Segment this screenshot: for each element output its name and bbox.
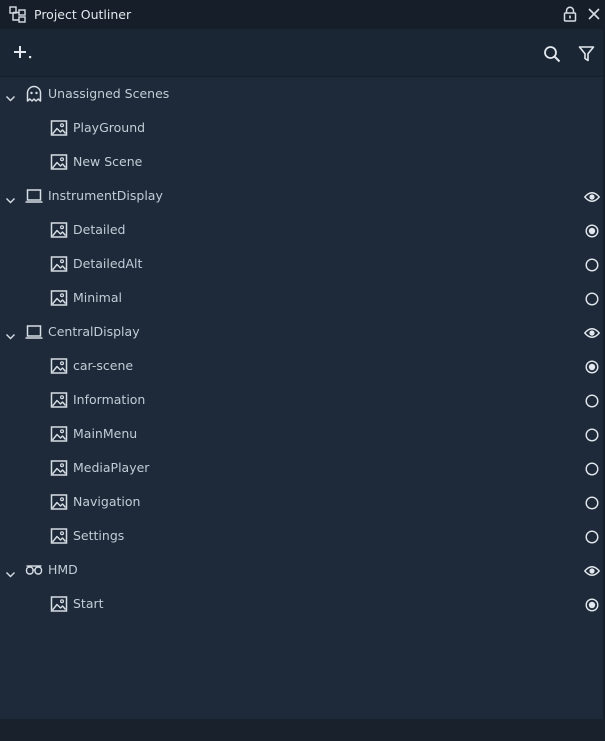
- tree-item-label: InstrumentDisplay: [48, 188, 163, 203]
- outliner-toolbar: [0, 29, 605, 77]
- tree-item-label: Settings: [73, 528, 125, 543]
- scene-image-icon: [50, 119, 68, 137]
- tree-item-label: PlayGround: [73, 120, 146, 135]
- eye-icon[interactable]: [583, 563, 601, 577]
- scene-image-icon: [50, 221, 68, 239]
- tree-item-detailedalt[interactable]: DetailedAlt: [0, 247, 605, 281]
- tree-item-label: car-scene: [73, 358, 134, 373]
- tree-item-new-scene[interactable]: New Scene: [0, 145, 605, 179]
- tree-item-mediaplayer[interactable]: MediaPlayer: [0, 451, 605, 485]
- tree-group-centraldisplay[interactable]: CentralDisplay: [0, 315, 605, 349]
- radio-unselected-icon[interactable]: [584, 257, 600, 272]
- close-icon[interactable]: [587, 7, 601, 21]
- tree-item-label: Information: [73, 392, 146, 407]
- tree-item-start[interactable]: Start: [0, 587, 605, 621]
- radio-unselected-icon[interactable]: [584, 291, 600, 306]
- filter-icon[interactable]: [578, 45, 595, 63]
- radio-selected-icon[interactable]: [584, 597, 600, 612]
- radio-selected-icon[interactable]: [584, 223, 600, 238]
- add-dropdown-button[interactable]: [12, 43, 36, 63]
- tree-item-information[interactable]: Information: [0, 383, 605, 417]
- tree-item-car-scene[interactable]: car-scene: [0, 349, 605, 383]
- radio-unselected-icon[interactable]: [584, 427, 600, 442]
- scene-image-icon: [50, 255, 68, 273]
- scene-image-icon: [50, 459, 68, 477]
- radio-unselected-icon[interactable]: [584, 529, 600, 544]
- tree-item-label: Start: [73, 596, 104, 611]
- monitor-icon: [25, 187, 43, 205]
- radio-unselected-icon[interactable]: [584, 393, 600, 408]
- monitor-icon: [25, 323, 43, 341]
- ghost-icon: [25, 85, 43, 103]
- tree-item-label: Unassigned Scenes: [48, 86, 170, 101]
- scene-image-icon: [50, 289, 68, 307]
- chevron-down-icon[interactable]: [5, 191, 16, 204]
- tree-group-hmd[interactable]: HMD: [0, 553, 605, 587]
- tree-item-minimal[interactable]: Minimal: [0, 281, 605, 315]
- search-icon[interactable]: [543, 45, 561, 63]
- scene-tree: Unassigned Scenes PlayGround New Scene Inst…: [0, 77, 605, 719]
- chevron-down-icon[interactable]: [5, 327, 16, 340]
- radio-selected-icon[interactable]: [584, 359, 600, 374]
- tree-item-label: New Scene: [73, 154, 143, 169]
- vr-headset-icon: [25, 561, 43, 579]
- scene-image-icon: [50, 153, 68, 171]
- eye-icon[interactable]: [583, 189, 601, 203]
- tree-item-label: MainMenu: [73, 426, 138, 441]
- tree-group-unassigned-scenes[interactable]: Unassigned Scenes: [0, 77, 605, 111]
- radio-unselected-icon[interactable]: [584, 495, 600, 510]
- scene-image-icon: [50, 595, 68, 613]
- scene-image-icon: [50, 357, 68, 375]
- tree-item-mainmenu[interactable]: MainMenu: [0, 417, 605, 451]
- title-bar: Project Outliner: [0, 0, 605, 29]
- radio-unselected-icon[interactable]: [584, 461, 600, 476]
- scene-image-icon: [50, 391, 68, 409]
- eye-icon[interactable]: [583, 325, 601, 339]
- scene-image-icon: [50, 425, 68, 443]
- chevron-down-icon[interactable]: [5, 89, 16, 102]
- scene-image-icon: [50, 493, 68, 511]
- tree-item-label: MediaPlayer: [73, 460, 150, 475]
- chevron-down-icon[interactable]: [5, 565, 16, 578]
- tree-item-label: Detailed: [73, 222, 126, 237]
- window-title: Project Outliner: [34, 7, 132, 22]
- outliner-icon: [9, 6, 26, 23]
- tree-item-navigation[interactable]: Navigation: [0, 485, 605, 519]
- tree-item-playground[interactable]: PlayGround: [0, 111, 605, 145]
- lock-icon[interactable]: [563, 6, 577, 22]
- tree-item-label: CentralDisplay: [48, 324, 140, 339]
- tree-item-settings[interactable]: Settings: [0, 519, 605, 553]
- tree-item-detailed[interactable]: Detailed: [0, 213, 605, 247]
- status-bar: [0, 719, 605, 741]
- tree-item-label: HMD: [48, 562, 78, 577]
- tree-item-label: Minimal: [73, 290, 122, 305]
- tree-item-label: DetailedAlt: [73, 256, 143, 271]
- tree-item-label: Navigation: [73, 494, 141, 509]
- scene-image-icon: [50, 527, 68, 545]
- tree-group-instrumentdisplay[interactable]: InstrumentDisplay: [0, 179, 605, 213]
